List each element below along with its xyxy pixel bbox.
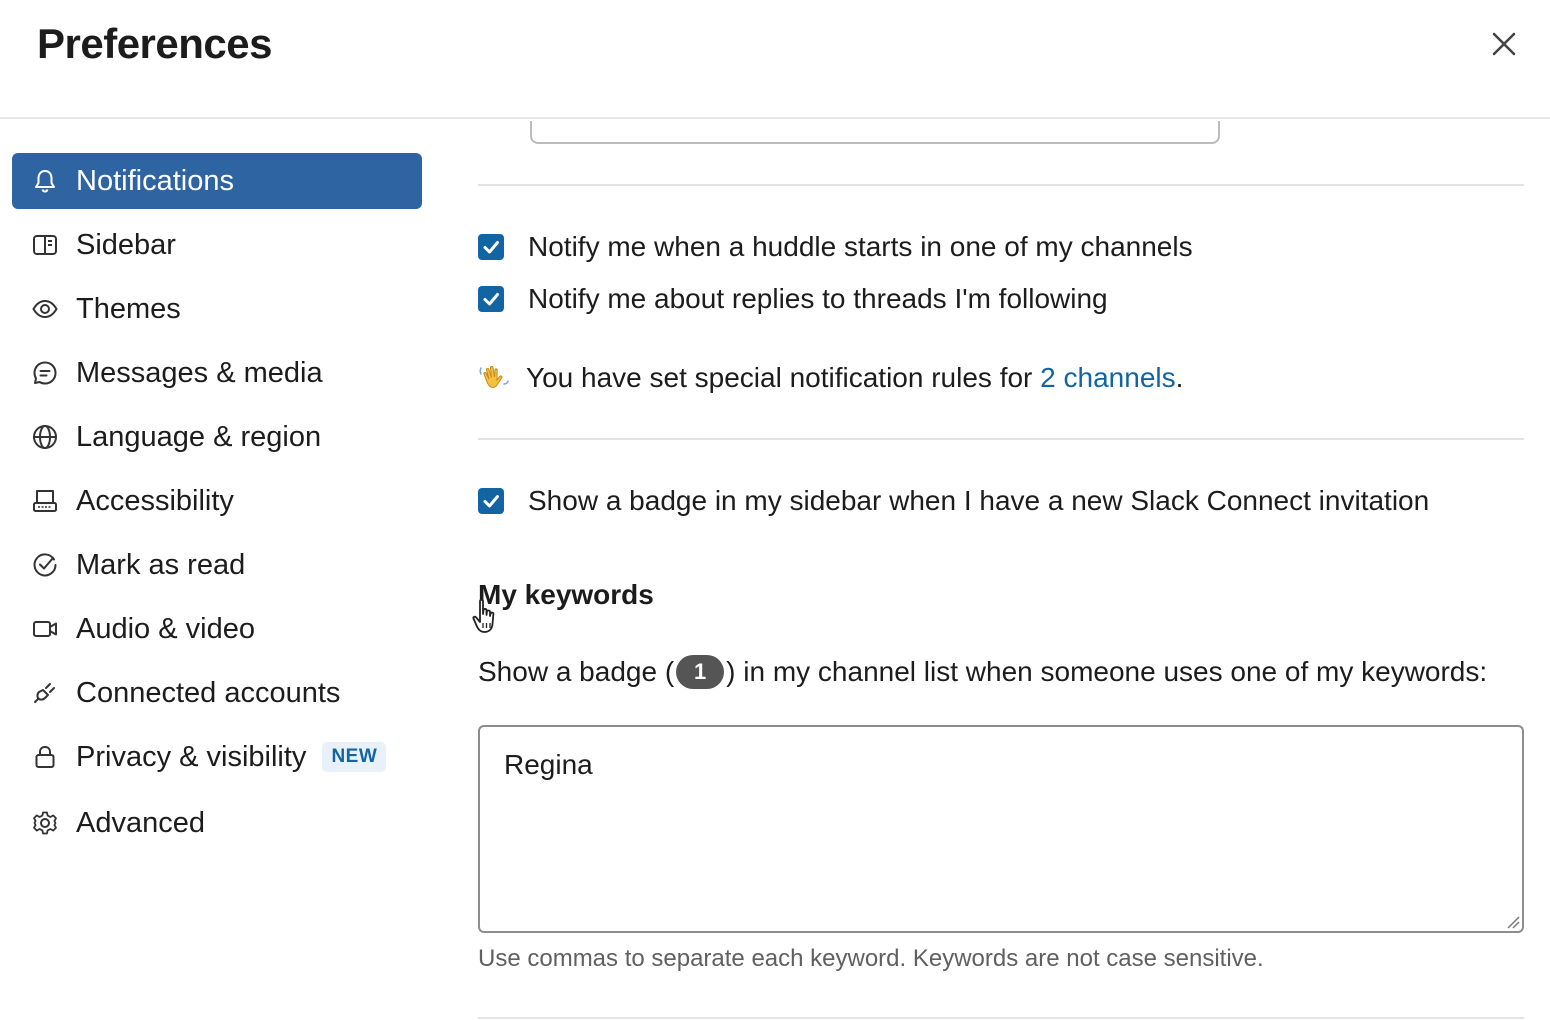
checkmark-icon	[483, 293, 499, 306]
hand-cursor-icon	[472, 598, 495, 633]
huddle-notify-row[interactable]: Notify me when a huddle starts in one of…	[478, 231, 1193, 263]
divider	[478, 1017, 1524, 1019]
message-icon	[30, 358, 60, 388]
huddle-checkbox[interactable]	[478, 234, 504, 260]
new-badge: NEW	[322, 742, 387, 772]
keyboard-icon	[30, 486, 60, 516]
channels-link[interactable]: 2 channels	[1040, 362, 1175, 394]
keywords-description: Show a badge ( 1 ) in my channel list wh…	[478, 655, 1487, 689]
video-icon	[30, 614, 60, 644]
sidebar-item-label: Language & region	[76, 420, 322, 453]
sidebar-item-label: Connected accounts	[76, 676, 341, 709]
sidebar-item-label: Themes	[76, 292, 181, 325]
sidebar-item-label: Advanced	[76, 806, 205, 839]
special-rules-prefix: You have set special notification rules …	[526, 362, 1041, 393]
sidebar-icon	[30, 230, 60, 260]
slack-connect-checkbox[interactable]	[478, 488, 504, 514]
gear-icon	[30, 808, 60, 838]
sidebar-item-accessibility[interactable]: Accessibility	[12, 473, 422, 529]
resize-handle-icon[interactable]	[1506, 915, 1520, 929]
divider	[478, 184, 1524, 186]
mention-badge: 1	[676, 655, 725, 689]
special-rules-suffix: .	[1175, 362, 1184, 393]
sidebar-item-language-region[interactable]: Language & region	[12, 409, 422, 465]
sidebar-item-mark-as-read[interactable]: Mark as read	[12, 537, 422, 593]
eye-icon	[30, 294, 60, 324]
checkmark-icon	[483, 241, 499, 254]
sidebar-item-advanced[interactable]: Advanced	[12, 795, 422, 851]
sidebar-item-audio-video[interactable]: Audio & video	[12, 601, 422, 657]
preferences-content: Notify me when a huddle starts in one of…	[440, 121, 1550, 1020]
threads-checkbox[interactable]	[478, 286, 504, 312]
sidebar-item-label: Privacy & visibility	[76, 740, 307, 773]
slack-connect-checkbox-label: Show a badge in my sidebar when I have a…	[528, 485, 1430, 516]
sidebar-item-label: Mark as read	[76, 548, 246, 581]
bell-icon	[30, 166, 60, 196]
keywords-desc-suffix: ) in my channel list when someone uses o…	[726, 656, 1488, 687]
preferences-header: Preferences	[0, 0, 1550, 119]
plug-icon	[30, 678, 60, 708]
close-icon	[1492, 32, 1516, 56]
sidebar-item-label: Audio & video	[76, 612, 255, 645]
page-title: Preferences	[37, 20, 273, 67]
close-button[interactable]	[1484, 24, 1524, 64]
huddle-checkbox-label: Notify me when a huddle starts in one of…	[528, 231, 1193, 262]
sidebar-item-notifications[interactable]: Notifications	[12, 153, 422, 209]
keywords-section-title: My keywords	[478, 579, 654, 610]
threads-checkbox-label: Notify me about replies to threads I'm f…	[528, 283, 1108, 314]
checkmark-icon	[483, 495, 499, 508]
sidebar-item-sidebar[interactable]: Sidebar	[12, 217, 422, 273]
preferences-sidebar: Notifications Sidebar Themes Messages & …	[0, 121, 440, 1020]
sidebar-item-connected-accounts[interactable]: Connected accounts	[12, 665, 422, 721]
threads-notify-row[interactable]: Notify me about replies to threads I'm f…	[478, 283, 1108, 315]
special-rules-info: You have set special notification rules …	[478, 361, 1183, 395]
waving-hand-icon	[478, 361, 512, 395]
keywords-hint: Use commas to separate each keyword. Key…	[478, 945, 1264, 972]
check-circle-icon	[30, 550, 60, 580]
keywords-desc-prefix: Show a badge (	[478, 656, 675, 687]
divider	[478, 438, 1524, 440]
sidebar-item-label: Sidebar	[76, 228, 176, 261]
keywords-textarea[interactable]: Regina	[478, 725, 1524, 933]
slack-connect-badge-row[interactable]: Show a badge in my sidebar when I have a…	[478, 485, 1429, 517]
sidebar-item-label: Accessibility	[76, 484, 234, 517]
sidebar-item-label: Messages & media	[76, 356, 323, 389]
sidebar-item-privacy-visibility[interactable]: Privacy & visibility NEW	[12, 729, 422, 785]
sidebar-item-themes[interactable]: Themes	[12, 281, 422, 337]
lock-icon	[30, 742, 60, 772]
sidebar-item-label: Notifications	[76, 164, 234, 197]
scrolled-input-partial[interactable]	[530, 121, 1220, 144]
sidebar-item-messages-media[interactable]: Messages & media	[12, 345, 422, 401]
globe-icon	[30, 422, 60, 452]
